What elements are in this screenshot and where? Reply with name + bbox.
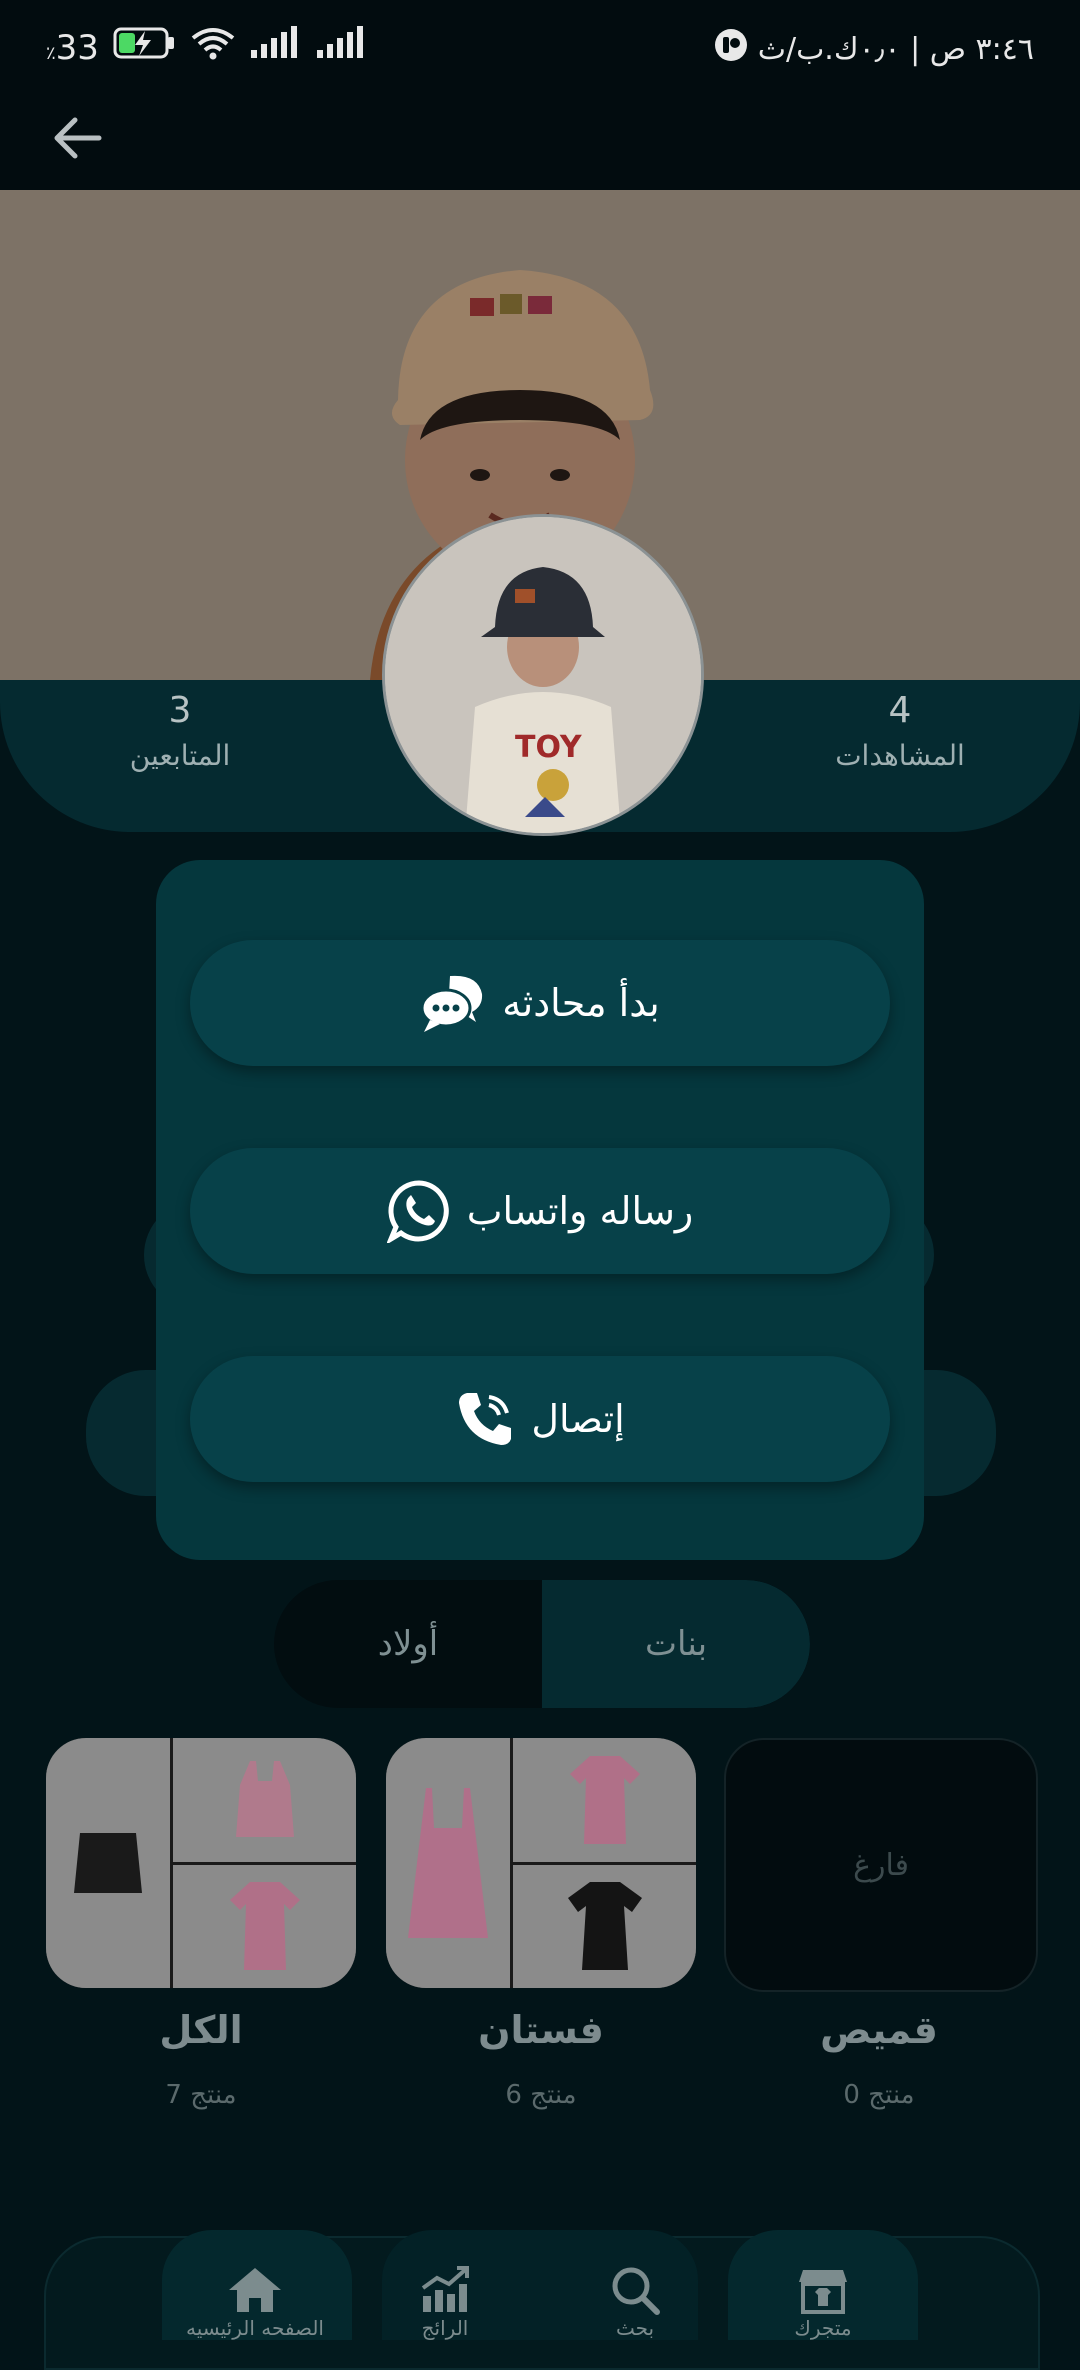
back-button[interactable] [48,108,108,168]
gender-tabs: بنات أولاد [274,1580,810,1708]
status-left: ٪33 [46,26,367,69]
nav-item-home[interactable]: الصفحه الرئيسيه [160,2236,350,2340]
nav-label: بحث [615,2316,655,2340]
status-time: ٣:٤٦ ص | ٠٫٠ك.ب/ث [757,31,1034,67]
store-icon [799,2270,847,2314]
phone-icon [459,1393,512,1445]
followers-label: المتابعين [129,739,231,772]
top-app-bar [0,100,1080,190]
notification-icon [714,28,748,70]
category-card-shirt[interactable]: فارغ [724,1738,1038,1992]
whatsapp-button[interactable]: رساله واتساب [190,1148,890,1274]
arrow-left-icon [54,117,102,159]
views-label: المشاهدات [835,739,965,772]
followers-count: 3 [168,690,192,731]
category-card-all[interactable] [46,1738,356,1988]
whatsapp-icon [386,1180,449,1243]
home-icon [229,2268,281,2312]
category-card-dress[interactable] [386,1738,696,1988]
product-thumb [173,1864,356,1988]
signal-icon-1 [249,26,301,69]
category-title: الكل [159,2008,243,2052]
svg-text:TOY: TOY [515,730,583,765]
chat-bubbles-icon [420,975,483,1032]
signal-icon-2 [315,26,367,69]
status-right: ٣:٤٦ ص | ٠٫٠ك.ب/ث [714,28,1034,70]
category-count: 0 منتج [843,2080,915,2110]
nav-item-trending[interactable]: الرائج [350,2236,540,2340]
nav-item-store[interactable]: متجرك [728,2236,918,2340]
avatar[interactable]: TOY [382,514,704,836]
tab-boys[interactable]: أولاد [274,1580,542,1708]
wifi-icon [191,26,235,69]
trending-chart-icon [421,2266,469,2312]
contact-modal: بدأ محادثه رساله واتساب إتصال [156,860,924,1560]
start-chat-label: بدأ محادثه [502,981,660,1025]
empty-label: فارغ [853,1847,909,1883]
category-title: قميص [820,2008,938,2052]
battery-icon [113,26,177,69]
start-chat-button[interactable]: بدأ محادثه [190,940,890,1066]
stat-views: 4 المشاهدات [780,690,1020,772]
tab-girls[interactable]: بنات [542,1580,810,1708]
views-count: 4 [888,690,912,731]
search-icon [612,2267,660,2315]
call-label: إتصال [531,1397,625,1441]
category-count: 7 منتج [165,2080,237,2110]
product-thumb [386,1738,510,1988]
call-button[interactable]: إتصال [190,1356,890,1482]
product-thumb [513,1864,696,1988]
product-thumb [513,1738,696,1862]
nav-label: الرائج [421,2316,469,2340]
stat-followers[interactable]: 3 المتابعين [60,690,300,772]
nav-item-search[interactable]: بحث [540,2236,730,2340]
nav-label: الصفحه الرئيسيه [186,2316,324,2340]
nav-label: متجرك [794,2316,852,2340]
whatsapp-label: رساله واتساب [466,1189,694,1233]
category-count: 6 منتج [505,2080,577,2110]
product-thumb [173,1738,356,1862]
category-title: فستان [478,2008,604,2052]
product-thumb [46,1738,170,1988]
battery-percent: ٪33 [46,27,99,68]
